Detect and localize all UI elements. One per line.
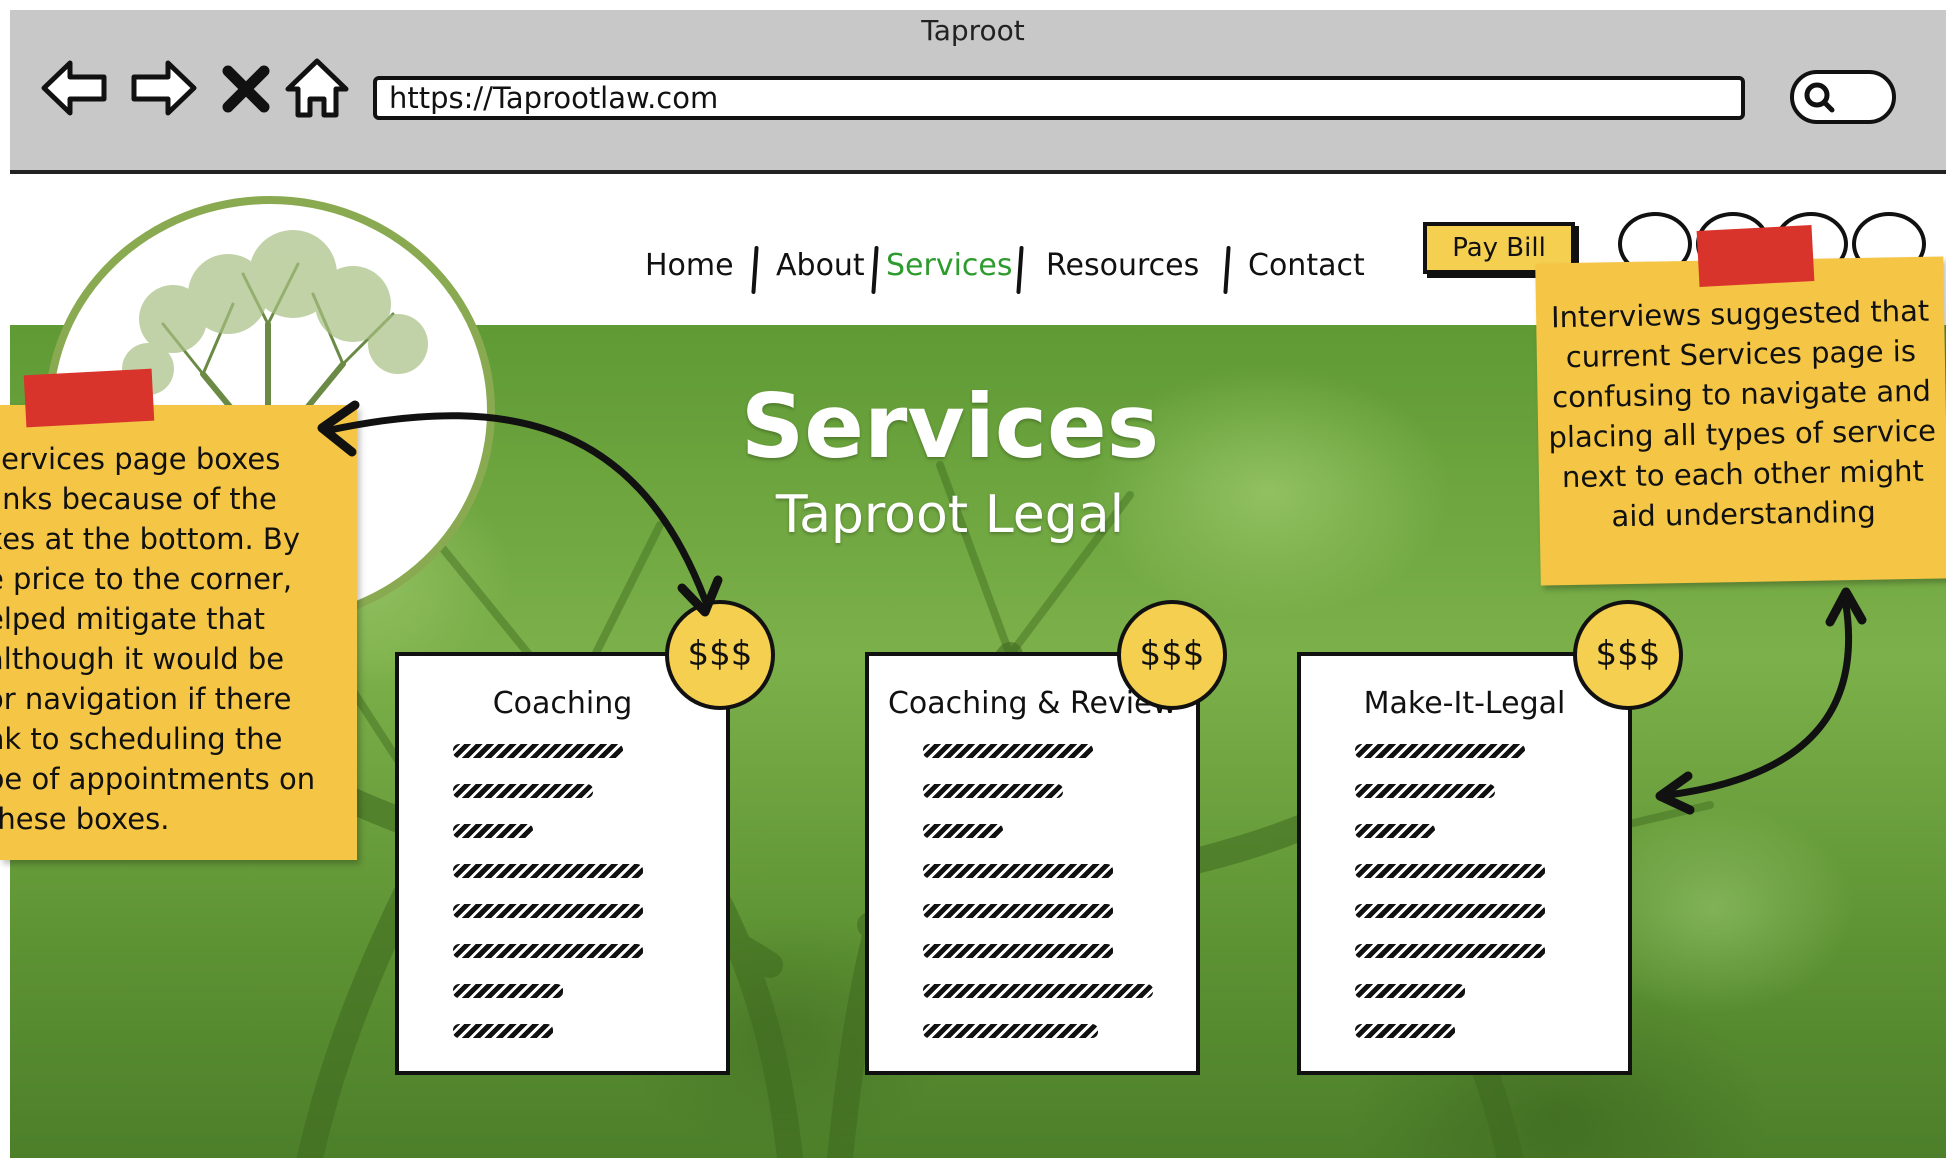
- arrow-right-curve: [1664, 601, 1853, 799]
- annotation-arrows: [317, 400, 1867, 815]
- arrow-left-curve: [326, 412, 709, 604]
